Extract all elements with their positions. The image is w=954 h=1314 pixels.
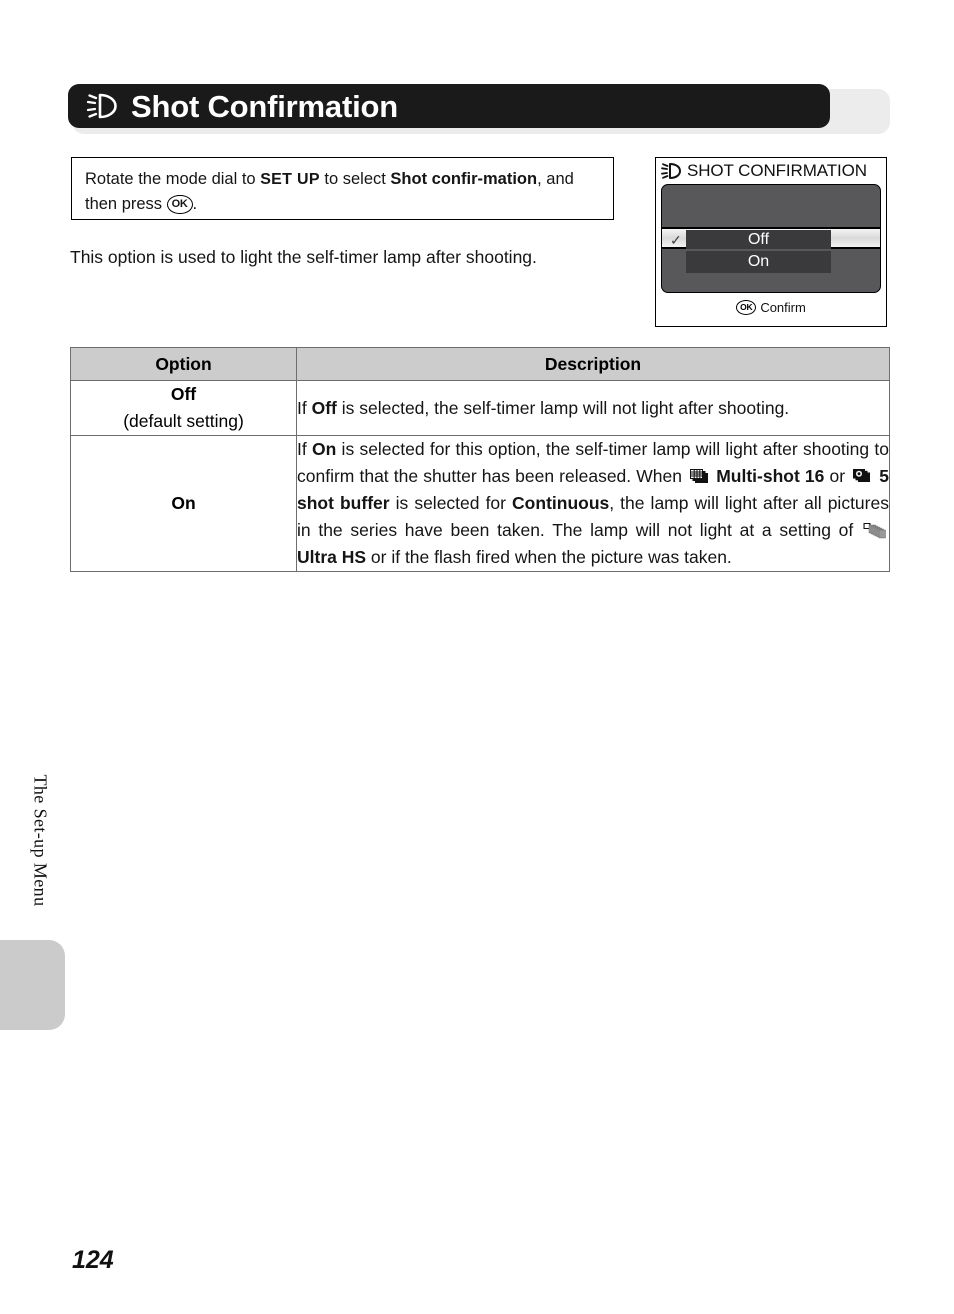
camera-menu-item-off-label: Off — [686, 230, 831, 249]
self-timer-lamp-icon — [661, 163, 681, 179]
description-cell-on: If On is selected for this option, the s… — [296, 435, 890, 572]
camera-screen-footer: OK Confirm — [656, 293, 886, 321]
side-tab-marker — [0, 940, 65, 1030]
instruction-part4: . — [192, 195, 198, 213]
body-paragraph: This option is used to light the self-ti… — [70, 247, 537, 267]
instruction-part2: to select — [319, 170, 391, 188]
page-number: 124 — [72, 1246, 114, 1274]
instruction-box: Rotate the mode dial to SET UP to select… — [71, 157, 614, 220]
option-cell-off: Off (default setting) — [70, 380, 297, 436]
checkmark-icon: ✓ — [670, 232, 682, 248]
table-header-option: Option — [70, 347, 297, 381]
option-name-off: Off — [170, 384, 197, 404]
side-tab-label: The Set-up Menu — [30, 774, 51, 907]
multi-shot-16-icon — [690, 469, 709, 483]
table-row: Off (default setting) If Off is selected… — [70, 380, 890, 436]
camera-menu-item-off[interactable]: ✓ Off — [662, 227, 880, 249]
ok-button-icon: OK — [166, 194, 193, 215]
table-header-description: Description — [296, 347, 890, 381]
instruction-text: Rotate the mode dial to SET UP to select… — [85, 167, 601, 217]
option-name-on: On — [171, 493, 196, 513]
ultra-hs-icon — [863, 523, 886, 539]
description-cell-off: If Off is selected, the self-timer lamp … — [296, 380, 890, 436]
camera-screen-body: ✓ Off On — [661, 184, 881, 293]
camera-screen-mockup: SHOT CONFIRMATION ✓ Off On OK Confirm — [655, 157, 887, 327]
set-up-dial-label: SET UP — [260, 171, 320, 188]
instruction-part1: Rotate the mode dial to — [85, 170, 261, 188]
table-row: On If On is selected for this option, th… — [70, 435, 890, 572]
camera-screen-footer-label: Confirm — [760, 299, 806, 315]
header-bar: Shot Confirmation — [68, 84, 830, 128]
camera-menu-item-on-label: On — [686, 251, 831, 273]
ok-button-icon: OK — [736, 299, 757, 315]
camera-screen-titlebar: SHOT CONFIRMATION — [656, 158, 886, 184]
table-header-row: Option Description — [70, 347, 890, 381]
instruction-bold2: mation — [483, 170, 538, 188]
options-table: Option Description Off (default setting)… — [70, 347, 890, 572]
instruction-bold1: Shot confir- — [390, 170, 483, 188]
camera-screen-title: SHOT CONFIRMATION — [687, 161, 867, 180]
option-note-off: (default setting) — [123, 411, 244, 431]
option-cell-on: On — [70, 435, 297, 572]
five-shot-buffer-icon — [853, 469, 871, 482]
self-timer-lamp-icon — [86, 93, 117, 119]
page-title: Shot Confirmation — [131, 88, 398, 124]
page-header: Shot Confirmation — [68, 84, 890, 134]
camera-menu-item-on[interactable]: On — [662, 251, 880, 273]
